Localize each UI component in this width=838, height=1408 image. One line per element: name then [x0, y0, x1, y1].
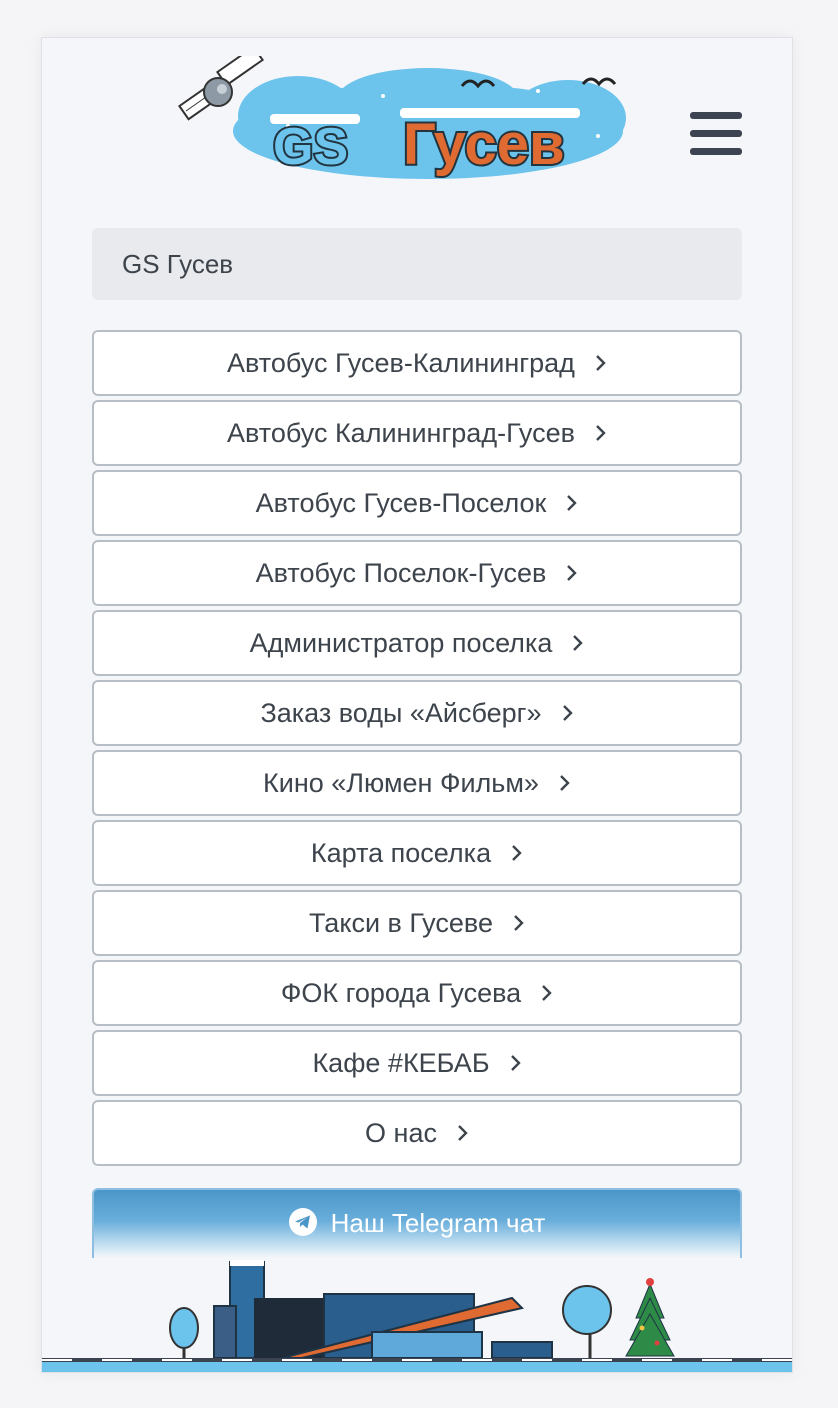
hamburger-icon[interactable]: [690, 110, 744, 158]
logo-text-right: Гусев: [403, 112, 565, 177]
site-logo[interactable]: GS Гусев: [178, 56, 634, 186]
chevron-right-icon: [572, 634, 584, 652]
chevron-right-icon: [559, 774, 571, 792]
link-button[interactable]: Автобус Гусев-Калининград: [92, 330, 742, 396]
chevron-right-icon: [541, 984, 553, 1002]
link-button[interactable]: Администратор поселка: [92, 610, 742, 676]
link-label: Карта поселка: [310, 837, 492, 868]
link-button[interactable]: Карта поселка: [92, 820, 742, 886]
link-button[interactable]: Кафе #КЕБАБ: [92, 1030, 742, 1096]
link-label: Кафе #КЕБАБ: [312, 1047, 490, 1078]
chevron-right-icon: [595, 424, 607, 442]
breadcrumb-current: GS Гусев: [122, 248, 234, 279]
link-label: ФОК города Гусева: [280, 977, 522, 1008]
link-button[interactable]: Автобус Поселок-Гусев: [92, 540, 742, 606]
link-label: Автобус Гусев-Поселок: [255, 487, 547, 518]
link-button[interactable]: Автобус Калининград-Гусев: [92, 400, 742, 466]
breadcrumb: GS Гусев: [92, 228, 742, 300]
link-button[interactable]: ФОК города Гусева: [92, 960, 742, 1026]
chevron-right-icon: [513, 914, 525, 932]
link-label: Кино «Люмен Фильм»: [263, 767, 539, 798]
footer-city-illustration: [42, 1260, 792, 1372]
link-button[interactable]: Автобус Гусев-Поселок: [92, 470, 742, 536]
link-label: Заказ воды «Айсберг»: [260, 697, 542, 728]
link-label: Автобус Поселок-Гусев: [255, 557, 547, 588]
chevron-right-icon: [566, 494, 578, 512]
link-label: Автобус Калининград-Гусев: [227, 417, 575, 448]
telegram-icon: [288, 1208, 317, 1236]
hamburger-line: [690, 112, 742, 119]
link-label: О нас: [365, 1117, 437, 1148]
telegram-label: Наш Telegram чат: [330, 1208, 546, 1238]
chevron-right-icon: [457, 1124, 469, 1142]
link-button[interactable]: Такси в Гусеве: [92, 890, 742, 956]
chevron-right-icon: [595, 354, 607, 372]
link-label: Автобус Гусев-Калининград: [227, 347, 575, 378]
logo-text-left: GS: [273, 118, 348, 176]
hamburger-line: [690, 148, 742, 155]
link-list: Автобус Гусев-Калининград Автобус Калини…: [92, 330, 742, 1170]
link-label: Такси в Гусеве: [309, 907, 493, 938]
hamburger-line: [690, 130, 742, 137]
chevron-right-icon: [511, 844, 523, 862]
link-button[interactable]: Заказ воды «Айсберг»: [92, 680, 742, 746]
chevron-right-icon: [510, 1054, 522, 1072]
chevron-right-icon: [566, 564, 578, 582]
link-label: Администратор поселка: [249, 627, 553, 658]
chevron-right-icon: [562, 704, 574, 722]
page-frame: GS Гусев GS Гусев Автобус Гусев-Калининг…: [41, 37, 793, 1373]
link-button[interactable]: Кино «Люмен Фильм»: [92, 750, 742, 816]
link-button[interactable]: О нас: [92, 1100, 742, 1166]
